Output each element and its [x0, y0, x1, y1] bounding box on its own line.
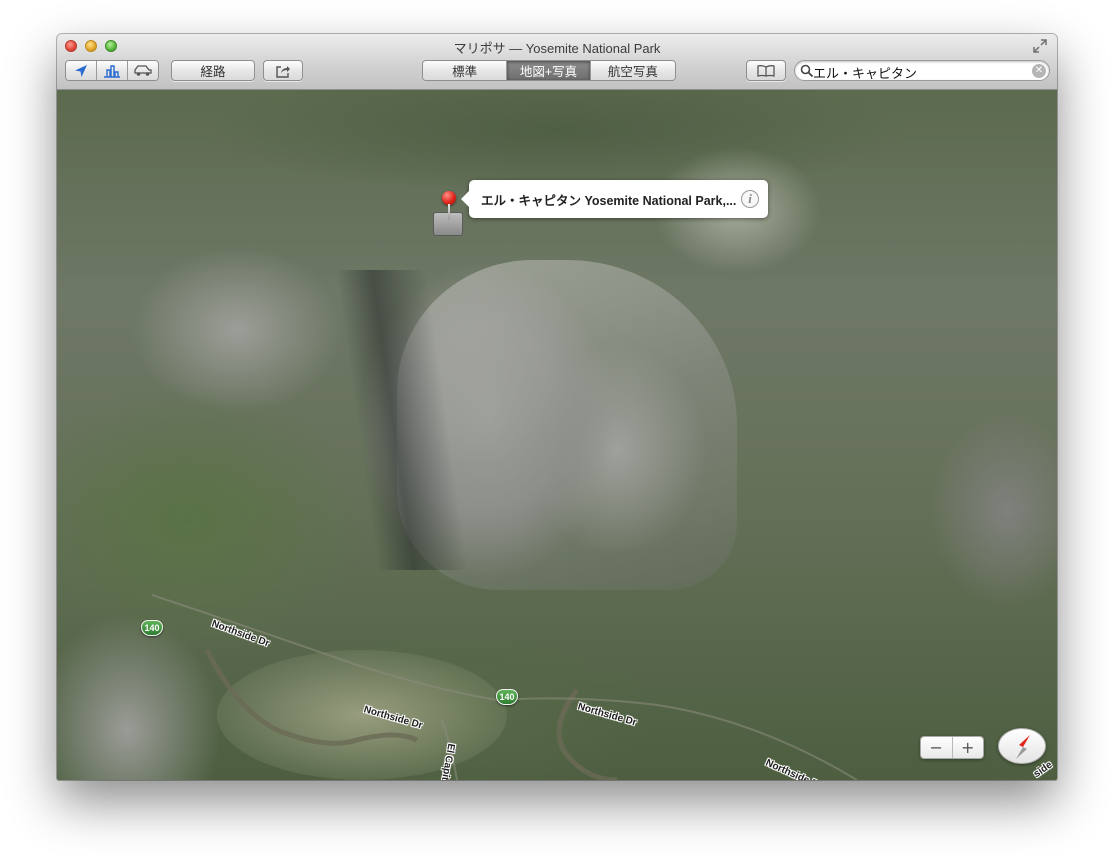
callout-title: エル・キャピタン Yosemite National Park,... [481, 193, 737, 208]
traffic-button[interactable] [127, 61, 158, 80]
zoom-in-button[interactable]: + [952, 737, 983, 758]
mode-hybrid[interactable]: 地図+写真 [507, 61, 591, 80]
share-button[interactable] [263, 60, 303, 81]
map-view[interactable]: 140 140 Northside Dr Northside Dr Norths… [57, 90, 1057, 780]
bookmarks-book-icon [757, 65, 775, 77]
compass-icon [1016, 735, 1030, 759]
share-icon [276, 65, 290, 78]
place-callout[interactable]: エル・キャピタン Yosemite National Park,... i [461, 180, 768, 218]
titlebar: マリポサ — Yosemite National Park 経路 標準 地図+写… [57, 34, 1057, 90]
pin-head [442, 191, 456, 205]
traffic-car-icon [134, 65, 152, 76]
compass-button[interactable] [998, 728, 1046, 764]
info-icon[interactable]: i [741, 190, 759, 208]
route-shield: 140 [141, 620, 163, 636]
bookmarks-button[interactable] [746, 60, 786, 81]
current-location-button[interactable] [66, 61, 98, 80]
pin-needle [448, 204, 450, 220]
route-shield: 140 [496, 689, 518, 705]
map-mode-segmented: 標準 地図+写真 航空写真 [422, 60, 676, 81]
clear-icon[interactable]: ✕ [1032, 64, 1046, 78]
search-input[interactable]: エル・キャピタン [813, 63, 917, 82]
view-options-segmented [65, 60, 159, 81]
3d-view-button[interactable] [97, 61, 128, 80]
location-pin[interactable] [442, 191, 456, 223]
search-icon [800, 64, 814, 78]
location-arrow-icon [75, 64, 88, 77]
zoom-control: − + [920, 736, 984, 759]
directions-button[interactable]: 経路 [171, 60, 255, 81]
search-field[interactable]: エル・キャピタン ✕ [794, 60, 1050, 81]
fullscreen-icon[interactable] [1033, 39, 1047, 53]
maps-window: マリポサ — Yosemite National Park 経路 標準 地図+写… [57, 34, 1057, 780]
mode-satellite[interactable]: 航空写真 [590, 61, 675, 80]
mode-standard[interactable]: 標準 [423, 61, 508, 80]
zoom-out-button[interactable]: − [921, 737, 953, 758]
3d-buildings-icon [104, 64, 120, 78]
window-title: マリポサ — Yosemite National Park [453, 41, 661, 56]
